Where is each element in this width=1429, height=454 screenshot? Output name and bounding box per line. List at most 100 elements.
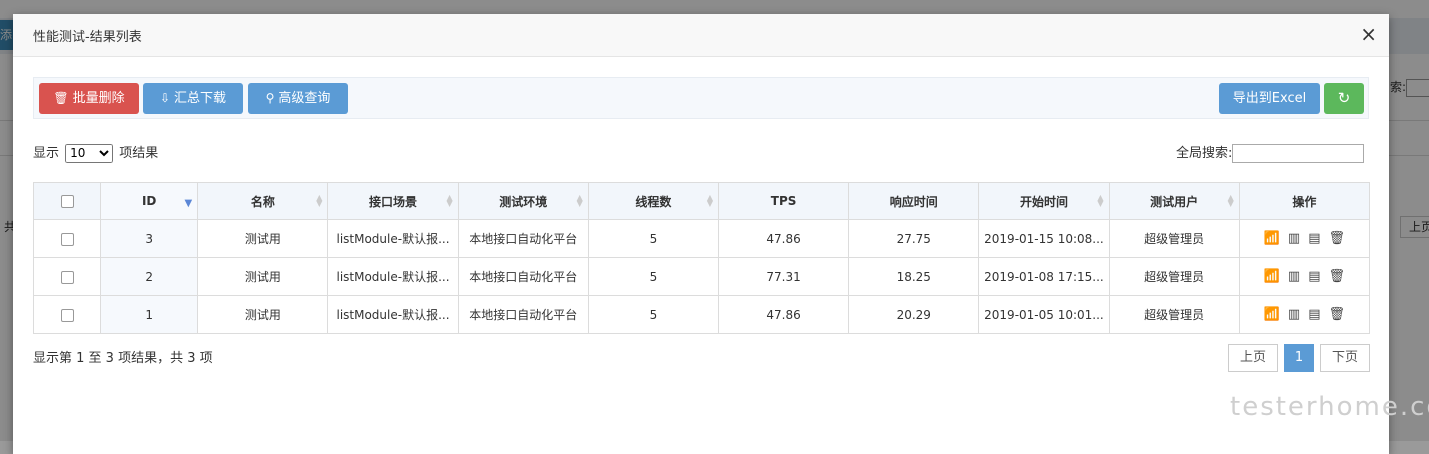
select-all-cell (32, 182, 102, 220)
cell-actions: 📶 ▥ ▤ 🗑 (1238, 257, 1371, 296)
trash-icon[interactable]: 🗑 (1329, 269, 1346, 284)
cell-env: 本地接口自动化平台 (457, 219, 589, 258)
trash-icon: 🗑 (53, 91, 69, 105)
cloud-download-icon: ⇩ (159, 91, 171, 105)
table-row: 3 测试用 listModule-默认报... 本地接口自动化平台 5 47.8… (32, 219, 1371, 258)
book-icon[interactable]: ▥ (1288, 269, 1300, 284)
advanced-query-label: 高级查询 (278, 91, 331, 106)
cell-name: 测试用 (197, 295, 329, 334)
cell-scene: listModule-默认报... (327, 295, 459, 334)
report-icon[interactable]: ▤ (1308, 269, 1320, 284)
row-select-cell (32, 295, 102, 334)
prev-page-button[interactable]: 上页 (1228, 344, 1278, 372)
column-header-actions: 操作 (1238, 182, 1371, 220)
cell-response: 18.25 (848, 257, 980, 296)
cell-scene: listModule-默认报... (327, 219, 459, 258)
cell-env: 本地接口自动化平台 (457, 257, 589, 296)
row-checkbox[interactable] (60, 308, 74, 322)
header-label: 名称 (250, 194, 275, 209)
row-checkbox[interactable] (60, 232, 74, 246)
cell-user: 超级管理员 (1108, 219, 1240, 258)
column-header-response: 响应时间 (848, 182, 980, 220)
page-length-select[interactable]: 10 (65, 143, 114, 163)
download-summary-button[interactable]: ⇩ 汇总下载 (143, 83, 243, 114)
column-header-scene[interactable]: 接口场景 ▲ ▼ (327, 182, 459, 220)
cell-start-time: 2019-01-15 10:08... (978, 219, 1110, 258)
header-label: 测试用户 (1150, 194, 1199, 209)
sort-desc-icon: ▼ (184, 198, 193, 209)
header-label: 响应时间 (889, 194, 938, 209)
chart-icon[interactable]: 📶 (1264, 307, 1280, 322)
cell-start-time: 2019-01-05 10:01... (978, 295, 1110, 334)
global-search-input[interactable] (1232, 144, 1365, 163)
search-icon: ⚲ (265, 91, 275, 105)
cell-threads: 5 (587, 257, 719, 296)
column-header-start-time[interactable]: 开始时间 ▲ ▼ (978, 182, 1110, 220)
cell-user: 超级管理员 (1108, 257, 1240, 296)
sort-icon: ▲ ▼ (576, 193, 583, 208)
cell-threads: 5 (587, 295, 719, 334)
report-icon[interactable]: ▤ (1308, 231, 1320, 246)
length-prefix: 显示 (33, 146, 60, 161)
sort-icon: ▲ ▼ (316, 193, 323, 208)
batch-delete-label: 批量删除 (72, 91, 125, 106)
column-header-name[interactable]: 名称 ▲ ▼ (197, 182, 329, 220)
sort-icon: ▲ ▼ (1227, 193, 1234, 208)
header-label: 线程数 (635, 194, 672, 209)
header-label: ID (141, 194, 157, 208)
close-icon[interactable]: × (1360, 24, 1377, 44)
table-row: 1 测试用 listModule-默认报... 本地接口自动化平台 5 47.8… (32, 295, 1371, 334)
sort-icon: ▲ ▼ (1097, 193, 1104, 208)
page-1-button[interactable]: 1 (1284, 344, 1314, 372)
cell-name: 测试用 (197, 219, 329, 258)
header-label: 开始时间 (1019, 194, 1068, 209)
column-header-id[interactable]: ID ▼ (100, 182, 199, 220)
cell-tps: 47.86 (717, 295, 850, 334)
trash-icon[interactable]: 🗑 (1329, 231, 1346, 246)
page-length-control: 显示 10 项结果 (33, 142, 158, 163)
cell-id: 3 (100, 219, 199, 258)
length-suffix: 项结果 (119, 146, 159, 161)
modal-title: 性能测试-结果列表 (33, 30, 142, 45)
header-label: 接口场景 (369, 194, 418, 209)
batch-delete-button[interactable]: 🗑 批量删除 (39, 83, 139, 114)
cell-id: 2 (100, 257, 199, 296)
download-summary-label: 汇总下载 (174, 91, 227, 106)
column-header-tps: TPS (717, 182, 850, 220)
chart-icon[interactable]: 📶 (1264, 231, 1280, 246)
toolbar: 🗑 批量删除 ⇩ 汇总下载 ⚲ 高级查询 导出到Excel ↻ (33, 77, 1369, 119)
column-header-threads[interactable]: 线程数 ▲ ▼ (587, 182, 719, 220)
column-header-env[interactable]: 测试环境 ▲ ▼ (457, 182, 589, 220)
next-page-button[interactable]: 下页 (1320, 344, 1370, 372)
cell-actions: 📶 ▥ ▤ 🗑 (1238, 295, 1371, 334)
export-excel-button[interactable]: 导出到Excel (1219, 83, 1320, 114)
cell-id: 1 (100, 295, 199, 334)
table-header-row: ID ▼ 名称 ▲ ▼ 接口场景 ▲ ▼ 测试环境 ▲ ▼ 线程数 ▲ ▼ TPS 响应时间 开始… (32, 182, 1371, 220)
results-table: ID ▼ 名称 ▲ ▼ 接口场景 ▲ ▼ 测试环境 ▲ ▼ 线程数 ▲ ▼ TPS 响应时间 开始… (32, 182, 1371, 334)
cell-user: 超级管理员 (1108, 295, 1240, 334)
sort-icon: ▲ ▼ (446, 193, 453, 208)
cell-threads: 5 (587, 219, 719, 258)
cell-response: 27.75 (848, 219, 980, 258)
sort-icon: ▲ ▼ (706, 193, 713, 208)
cell-scene: listModule-默认报... (327, 257, 459, 296)
global-search: 全局搜索: (1176, 142, 1365, 163)
cell-env: 本地接口自动化平台 (457, 295, 589, 334)
row-checkbox[interactable] (60, 270, 74, 284)
report-icon[interactable]: ▤ (1308, 307, 1320, 322)
advanced-query-button[interactable]: ⚲ 高级查询 (248, 83, 348, 114)
chart-icon[interactable]: 📶 (1264, 269, 1280, 284)
book-icon[interactable]: ▥ (1288, 231, 1300, 246)
trash-icon[interactable]: 🗑 (1329, 307, 1346, 322)
cell-actions: 📶 ▥ ▤ 🗑 (1238, 219, 1371, 258)
row-select-cell (32, 257, 102, 296)
header-label: TPS (770, 194, 797, 208)
refresh-icon[interactable]: ↻ (1324, 83, 1364, 114)
cell-start-time: 2019-01-08 17:15... (978, 257, 1110, 296)
book-icon[interactable]: ▥ (1288, 307, 1300, 322)
results-info: 显示第 1 至 3 项结果，共 3 项 (33, 351, 213, 366)
watermark: testerhome.com (1230, 392, 1429, 422)
column-header-user[interactable]: 测试用户 ▲ ▼ (1108, 182, 1240, 220)
select-all-checkbox[interactable] (60, 195, 74, 208)
header-label: 测试环境 (499, 194, 548, 209)
